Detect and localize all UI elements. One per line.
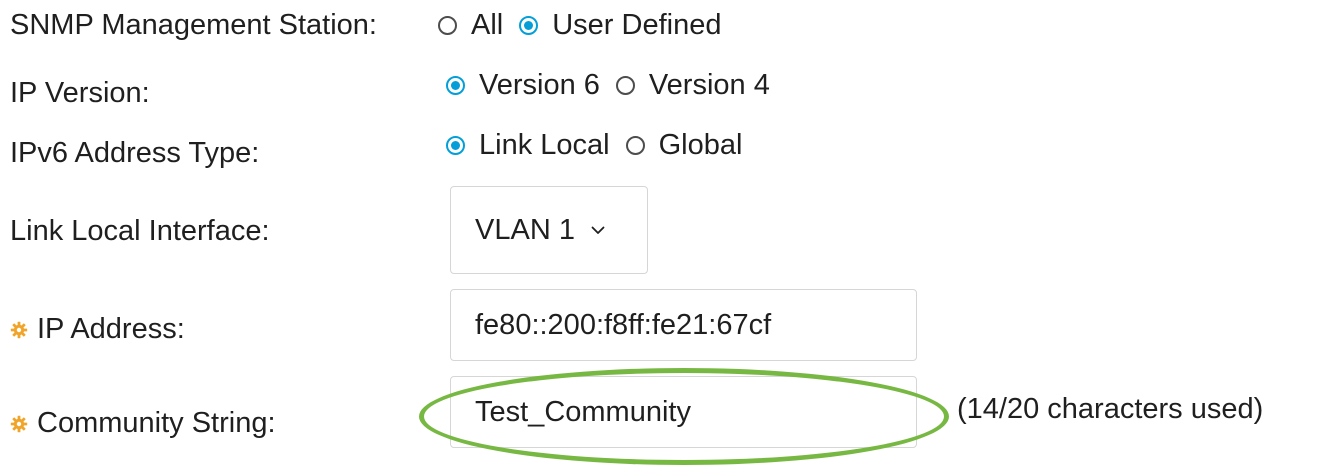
chevron-down-icon [591, 226, 605, 234]
radio-all-label[interactable]: All [471, 8, 503, 42]
radio-all[interactable] [438, 15, 457, 35]
snmp-station-label: SNMP Management Station: [10, 9, 377, 41]
snmp-station-radio-group: All User Defined [438, 8, 737, 42]
community-string-value: Test_Community [475, 395, 691, 428]
link-local-interface-label: Link Local Interface: [10, 215, 270, 247]
radio-global[interactable] [625, 135, 645, 155]
link-local-interface-select[interactable]: VLAN 1 [450, 186, 648, 274]
radio-version-6[interactable] [446, 75, 465, 95]
ip-version-radio-group: Version 6 Version 4 [446, 68, 786, 102]
radio-version-6-label[interactable]: Version 6 [479, 68, 600, 102]
community-string-input[interactable]: Test_Community [450, 376, 917, 448]
ipv6-address-type-label: IPv6 Address Type: [10, 137, 260, 169]
community-string-label-row: Community String: [10, 406, 276, 440]
radio-link-local-label[interactable]: Link Local [479, 128, 610, 162]
link-local-interface-value: VLAN 1 [475, 213, 575, 246]
radio-version-4-label[interactable]: Version 4 [649, 68, 770, 102]
ip-address-value: fe80::200:f8ff:fe21:67cf [475, 308, 772, 341]
required-gear-icon [10, 321, 28, 339]
required-gear-icon [10, 415, 28, 433]
ip-address-label: IP Address: [37, 313, 185, 345]
radio-link-local[interactable] [446, 135, 465, 155]
community-string-char-count: (14/20 characters used) [957, 393, 1264, 425]
radio-user-defined[interactable] [519, 15, 539, 35]
radio-global-label[interactable]: Global [659, 128, 743, 162]
radio-user-defined-label[interactable]: User Defined [552, 8, 721, 42]
ip-address-input[interactable]: fe80::200:f8ff:fe21:67cf [450, 289, 917, 361]
ip-address-label-row: IP Address: [10, 312, 185, 346]
ip-version-label: IP Version: [10, 77, 150, 109]
ipv6-address-type-radio-group: Link Local Global [446, 128, 758, 162]
radio-version-4[interactable] [615, 75, 635, 95]
community-string-label: Community String: [37, 407, 276, 439]
